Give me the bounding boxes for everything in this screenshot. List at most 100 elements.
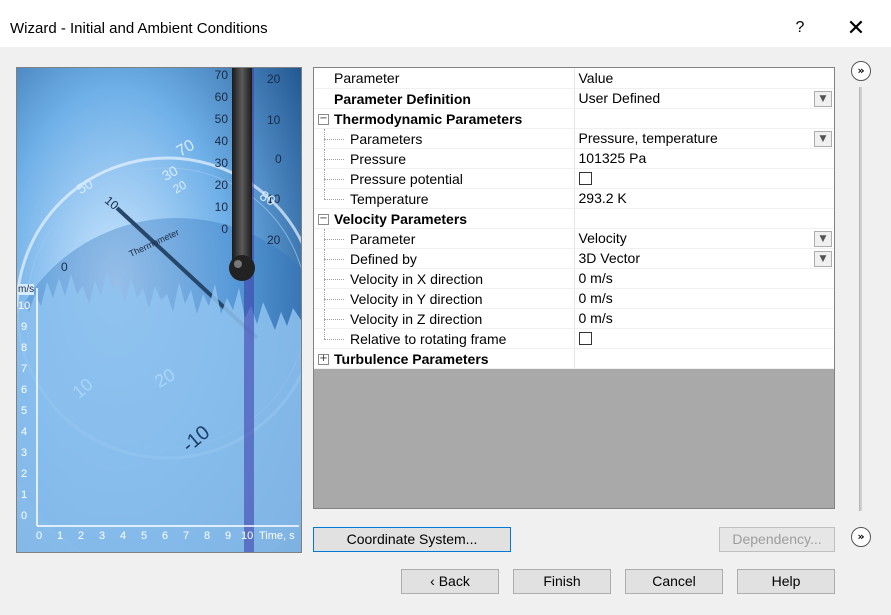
group-label: Thermodynamic Parameters (334, 110, 523, 127)
row-label: Defined by (350, 250, 417, 267)
row-label: Velocity in Z direction (350, 310, 483, 327)
row-pressure-potential[interactable]: Pressure potential (314, 168, 834, 189)
group-label: Turbulence Parameters (334, 350, 489, 367)
y-tick: 5 (21, 405, 28, 417)
thermo-right-tick-10: 10 (267, 113, 281, 127)
x-tick: 9 (225, 530, 232, 542)
dialog-body: 70 60 50 40 30 20 10 0 20 10 0 10 20 50 … (0, 47, 891, 615)
row-parameter-definition[interactable]: Parameter Definition User Defined ▼ (314, 88, 834, 109)
thermo-tick-10: 10 (214, 200, 228, 214)
chevron-down-icon[interactable]: ▼ (814, 90, 832, 107)
x-tick: 10 (241, 530, 254, 542)
thermometer-right-scale: 20 10 0 10 20 (257, 68, 297, 248)
dependency-button[interactable]: Dependency... (719, 527, 835, 552)
row-label: Relative to rotating frame (350, 330, 507, 347)
row-value[interactable]: 0 m/s (574, 288, 834, 309)
x-tick: 1 (57, 530, 64, 542)
collapse-icon[interactable]: − (318, 113, 329, 125)
pressure-potential-checkbox[interactable] (578, 171, 592, 185)
row-value[interactable]: 101325 Pa (574, 148, 834, 169)
collapse-icon[interactable]: − (318, 213, 329, 225)
dial-label-0: 0 (61, 260, 68, 274)
header-parameter: Parameter (334, 70, 400, 86)
x-tick: 8 (204, 530, 211, 542)
cancel-button[interactable]: Cancel (625, 569, 723, 594)
y-tick: 6 (21, 384, 28, 396)
panel-divider (859, 87, 862, 511)
group-turbulence[interactable]: + Turbulence Parameters (314, 348, 834, 369)
y-tick: 2 (21, 468, 28, 480)
y-tick: 8 (21, 342, 28, 354)
x-tick: 0 (36, 530, 43, 542)
row-pressure[interactable]: Pressure 101325 Pa (314, 148, 834, 169)
expand-icon[interactable]: + (318, 353, 329, 365)
thermo-right-tick-neg20: 20 (267, 233, 281, 247)
thermo-tick-60: 60 (214, 90, 228, 104)
header-value: Value (574, 68, 834, 89)
x-tick: 2 (78, 530, 85, 542)
back-button-label: Back (438, 573, 470, 589)
parameters-grid: Parameter Value Parameter Definition Use… (313, 67, 835, 509)
row-value[interactable]: 0 m/s (574, 308, 834, 329)
row-label: Pressure potential (350, 170, 463, 187)
row-label: Parameters (350, 130, 423, 147)
row-label: Velocity in Y direction (350, 290, 483, 307)
thermo-tick-40: 40 (214, 134, 228, 148)
help-button[interactable]: Help (737, 569, 835, 594)
row-label: Temperature (350, 190, 429, 207)
thermo-tick-50: 50 (214, 112, 228, 126)
x-tick: 6 (162, 530, 169, 542)
row-velocity-parameter[interactable]: Parameter Velocity ▼ (314, 228, 834, 249)
thermo-right-tick-20: 20 (267, 72, 281, 86)
y-tick: 10 (18, 300, 31, 312)
wizard-illustration: 70 60 50 40 30 20 10 0 20 10 0 10 20 50 … (16, 67, 302, 553)
chevron-down-icon[interactable]: ▼ (814, 130, 832, 147)
row-value: Pressure, temperature (578, 130, 718, 146)
row-relative-rotating[interactable]: Relative to rotating frame (314, 328, 834, 349)
help-icon[interactable]: ? (789, 14, 811, 42)
row-velocity-y[interactable]: Velocity in Y direction 0 m/s (314, 288, 834, 309)
rotating-frame-checkbox[interactable] (578, 331, 592, 345)
x-tick: 5 (141, 530, 148, 542)
y-axis-label: m/s (18, 284, 35, 295)
close-icon[interactable]: ✕ (840, 12, 872, 44)
thermo-tick-20: 20 (214, 178, 228, 192)
back-arrow-icon: ‹ (430, 573, 435, 589)
row-value: Velocity (578, 230, 627, 246)
x-axis-label: Time, s (259, 530, 295, 542)
y-tick: 0 (21, 510, 28, 522)
expand-panel-icon[interactable]: » (851, 61, 871, 81)
group-thermodynamic[interactable]: − Thermodynamic Parameters (314, 108, 834, 129)
row-value[interactable]: 0 m/s (574, 268, 834, 289)
title-bar: Wizard - Initial and Ambient Conditions … (0, 0, 891, 47)
y-tick: 4 (21, 426, 28, 438)
row-value[interactable]: 293.2 K (574, 188, 834, 209)
chevron-down-icon[interactable]: ▼ (814, 250, 832, 267)
row-velocity-z[interactable]: Velocity in Z direction 0 m/s (314, 308, 834, 329)
row-label: Parameter (350, 230, 416, 247)
thermo-tick-30: 30 (214, 156, 228, 170)
chevron-down-icon[interactable]: ▼ (814, 230, 832, 247)
thermo-tick-0: 0 (221, 222, 228, 236)
x-tick: 7 (183, 530, 190, 542)
group-velocity[interactable]: − Velocity Parameters (314, 208, 834, 229)
row-label: Pressure (350, 150, 407, 167)
y-tick: 1 (21, 489, 28, 501)
x-axis-ticks: 0 1 2 3 4 5 6 7 8 9 10 Time, s (17, 530, 301, 550)
row-parameters[interactable]: Parameters Pressure, temperature ▼ (314, 128, 834, 149)
row-velocity-x[interactable]: Velocity in X direction 0 m/s (314, 268, 834, 289)
row-label: Parameter Definition (334, 90, 471, 107)
x-tick: 4 (120, 530, 127, 542)
expand-panel-icon-bottom[interactable]: » (851, 527, 871, 547)
row-label: Velocity in X direction (350, 270, 484, 287)
row-temperature[interactable]: Temperature 293.2 K (314, 188, 834, 209)
row-defined-by[interactable]: Defined by 3D Vector ▼ (314, 248, 834, 269)
window-title: Wizard - Initial and Ambient Conditions (10, 20, 268, 37)
thermometer-left-scale: 70 60 50 40 30 20 10 0 (198, 68, 232, 248)
coordinate-system-button[interactable]: Coordinate System... (313, 527, 511, 552)
row-value: User Defined (578, 90, 661, 106)
finish-button[interactable]: Finish (513, 569, 611, 594)
x-tick: 3 (99, 530, 106, 542)
group-label: Velocity Parameters (334, 210, 468, 227)
back-button[interactable]: ‹ Back (401, 569, 499, 594)
